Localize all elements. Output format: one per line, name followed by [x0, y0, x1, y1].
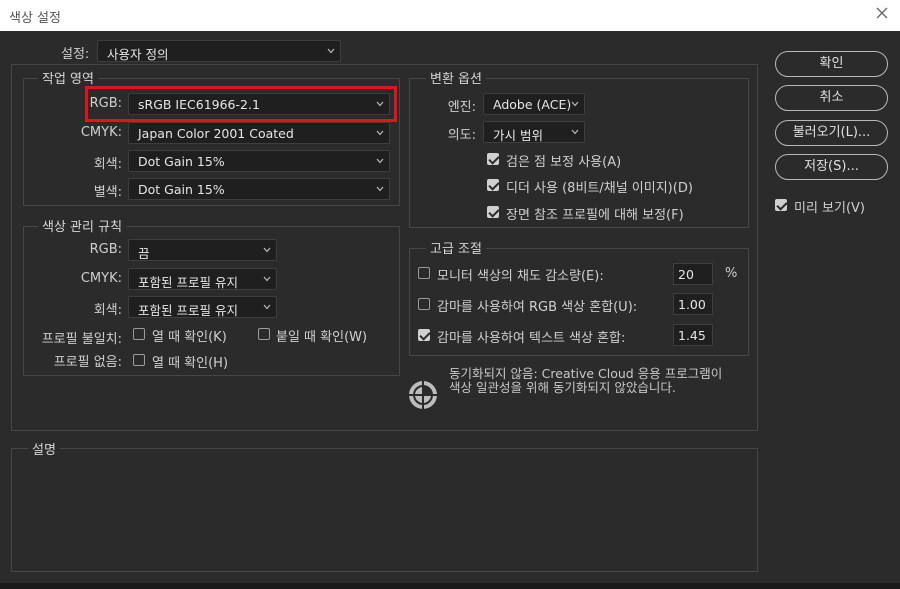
settings-label: 설정:	[61, 47, 90, 62]
working-spaces-title: 작업 영역	[38, 68, 98, 87]
chevron-down-icon	[263, 276, 271, 282]
title-bar: 색상 설정	[0, 0, 900, 31]
ws-gray-select[interactable]: Dot Gain 15%	[128, 150, 390, 172]
engine-select[interactable]: Adobe (ACE)	[483, 93, 585, 115]
policies-title: 색상 관리 규칙	[38, 216, 127, 235]
cancel-button[interactable]: 취소	[775, 85, 888, 111]
desaturate-label: 모니터 색상의 채도 감소량(E):	[437, 269, 604, 284]
blend-rgb-input[interactable]: 1.00	[673, 293, 713, 315]
ws-cmyk-label: CMYK:	[80, 125, 122, 140]
conversion-title: 변환 옵션	[426, 68, 486, 87]
engine-label: 엔진:	[447, 100, 476, 115]
ws-gray-label: 회색:	[93, 157, 122, 172]
missing-label: 프로필 없음:	[53, 355, 122, 370]
intent-label: 의도:	[447, 128, 476, 143]
scene-comp-checkbox[interactable]	[487, 206, 499, 218]
blend-rgb-label: 감마를 사용하여 RGB 색상 혼합(U):	[437, 300, 638, 315]
preview-label: 미리 보기(V)	[794, 201, 866, 216]
pol-rgb-select[interactable]: 끔	[128, 239, 277, 261]
preview-checkbox[interactable]	[775, 199, 787, 211]
ws-spot-select[interactable]: Dot Gain 15%	[128, 178, 390, 200]
chevron-down-icon	[571, 129, 579, 135]
description-title: 설명	[28, 439, 60, 458]
desaturate-unit: %	[725, 266, 738, 281]
ok-button[interactable]: 확인	[775, 51, 888, 77]
pol-gray-value: 포함된 프로필 유지	[138, 303, 238, 318]
settings-value: 사용자 정의	[107, 47, 169, 62]
pol-cmyk-label: CMYK:	[80, 271, 122, 286]
chevron-down-icon	[263, 304, 271, 310]
chevron-down-icon	[376, 186, 384, 192]
blend-text-input[interactable]: 1.45	[673, 324, 713, 346]
pol-rgb-label: RGB:	[89, 242, 122, 257]
intent-value: 가시 범위	[493, 128, 543, 143]
mismatch-ask-paste-checkbox[interactable]	[258, 328, 270, 340]
dither-label: 디더 사용 (8비트/채널 이미지)(D)	[506, 181, 693, 196]
mismatch-ask-open-label: 열 때 확인(K)	[152, 330, 227, 345]
save-button[interactable]: 저장(S)...	[775, 154, 888, 180]
scene-comp-label: 장면 참조 프로필에 대해 보정(F)	[506, 208, 684, 223]
chevron-down-icon	[376, 130, 384, 136]
pol-cmyk-value: 포함된 프로필 유지	[138, 275, 238, 290]
black-point-checkbox[interactable]	[487, 153, 499, 165]
load-button[interactable]: 불러오기(L)...	[775, 120, 888, 146]
mismatch-ask-paste-label: 붙일 때 확인(W)	[276, 330, 368, 345]
red-highlight-box	[85, 86, 397, 122]
ws-spot-value: Dot Gain 15%	[138, 182, 225, 197]
black-point-label: 검은 점 보정 사용(A)	[506, 155, 622, 170]
ws-spot-label: 별색:	[93, 185, 122, 200]
chevron-down-icon	[376, 158, 384, 164]
ws-cmyk-select[interactable]: Japan Color 2001 Coated	[128, 122, 390, 144]
mismatch-ask-open-checkbox[interactable]	[133, 328, 145, 340]
mismatch-label: 프로필 불일치:	[41, 332, 122, 347]
advanced-title: 고급 조절	[426, 238, 486, 257]
description-group	[11, 448, 758, 572]
blend-rgb-checkbox[interactable]	[418, 298, 430, 310]
blend-text-checkbox[interactable]	[418, 329, 430, 341]
close-icon[interactable]	[874, 5, 890, 21]
engine-value: Adobe (ACE)	[493, 97, 572, 112]
bottom-edge	[0, 583, 900, 589]
dither-checkbox[interactable]	[487, 179, 499, 191]
sync-status-line2: 색상 일관성을 위해 동기화되지 않았습니다.	[449, 380, 676, 395]
pol-rgb-value: 끔	[138, 246, 150, 261]
desaturate-checkbox[interactable]	[418, 267, 430, 279]
sync-status-icon	[409, 381, 437, 409]
desaturate-input[interactable]: 20	[673, 263, 713, 285]
ws-gray-value: Dot Gain 15%	[138, 154, 225, 169]
blend-text-label: 감마를 사용하여 텍스트 색상 혼합:	[437, 331, 626, 346]
intent-select[interactable]: 가시 범위	[483, 121, 585, 143]
pol-gray-select[interactable]: 포함된 프로필 유지	[128, 296, 277, 318]
ws-cmyk-value: Japan Color 2001 Coated	[138, 126, 294, 141]
window-title: 색상 설정	[9, 11, 61, 26]
pol-cmyk-select[interactable]: 포함된 프로필 유지	[128, 268, 277, 290]
missing-ask-open-checkbox[interactable]	[133, 354, 145, 366]
chevron-down-icon	[327, 48, 335, 54]
missing-ask-open-label: 열 때 확인(H)	[152, 356, 229, 371]
pol-gray-label: 회색:	[93, 303, 122, 318]
settings-select[interactable]: 사용자 정의	[97, 40, 341, 62]
chevron-down-icon	[571, 101, 579, 107]
chevron-down-icon	[263, 247, 271, 253]
